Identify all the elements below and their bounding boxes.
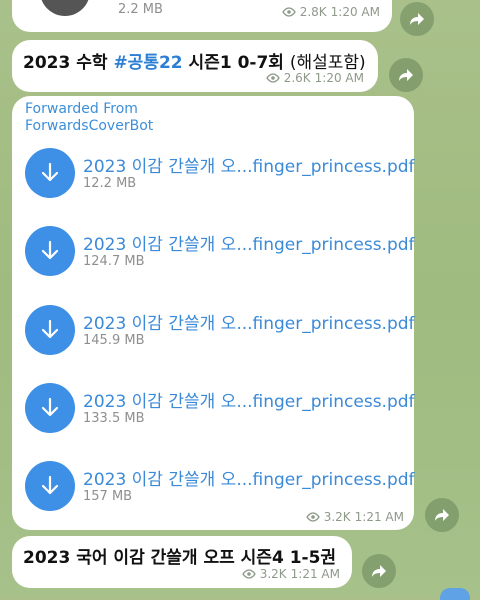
download-arrow-icon bbox=[41, 240, 59, 260]
file-name[interactable]: 2023 이감 간쓸개 오...finger_princess.pdf bbox=[83, 387, 415, 412]
file-name[interactable]: 2023 이감 간쓸개 오...finger_princess.pdf bbox=[83, 465, 415, 490]
share-arrow-icon bbox=[399, 69, 413, 81]
forwarded-source[interactable]: ForwardsCoverBot bbox=[25, 118, 153, 135]
file-item[interactable]: 2023 이감 간쓸개 오...finger_princess.pdf 124.… bbox=[25, 226, 415, 286]
file-item[interactable]: 2023 이감 간쓸개 오...finger_princess.pdf 12.2… bbox=[25, 148, 415, 208]
file-size: 124.7 MB bbox=[83, 254, 145, 269]
share-arrow-icon bbox=[435, 509, 449, 521]
file-size: 12.2 MB bbox=[83, 176, 137, 191]
file-name[interactable]: 2023 이감 간쓸개 오...finger_princess.pdf bbox=[83, 230, 415, 255]
message-title: 2023 국어 이감 간쓸개 오프 시즌4 1-5권 bbox=[23, 548, 337, 568]
file-size: 157 MB bbox=[83, 489, 133, 504]
message-title: 2023 수학 #공통22 시즌1 0-7회 (해설포함) bbox=[23, 48, 366, 73]
scroll-down-button[interactable] bbox=[440, 588, 470, 600]
view-count: 2.8K bbox=[299, 5, 327, 19]
message-bubble-math: 2023 수학 #공통22 시즌1 0-7회 (해설포함) 2.6K 1:20 … bbox=[12, 40, 378, 92]
timestamp: 1:20 AM bbox=[314, 71, 364, 85]
eye-icon bbox=[305, 512, 320, 522]
view-count: 3.2K bbox=[323, 510, 351, 524]
view-count: 3.2K bbox=[259, 567, 287, 581]
timestamp: 1:20 AM bbox=[330, 5, 380, 19]
eye-icon bbox=[241, 569, 256, 579]
download-button[interactable] bbox=[25, 226, 75, 276]
download-button[interactable] bbox=[25, 305, 75, 355]
download-arrow-icon bbox=[41, 475, 59, 495]
download-button[interactable] bbox=[25, 148, 75, 198]
view-count: 2.6K bbox=[283, 71, 311, 85]
message-meta: 2.6K 1:20 AM bbox=[265, 71, 364, 85]
message-meta: 3.2K 1:21 AM bbox=[305, 510, 404, 524]
share-button[interactable] bbox=[389, 58, 423, 92]
download-arrow-icon bbox=[41, 397, 59, 417]
message-bubble-korean: 2023 국어 이감 간쓸개 오프 시즌4 1-5권 3.2K 1:21 AM bbox=[12, 536, 352, 588]
message-bubble-files: Forwarded From ForwardsCoverBot 2023 이감 … bbox=[12, 96, 415, 530]
share-arrow-icon bbox=[410, 13, 424, 25]
title-prefix: 2023 수학 bbox=[23, 53, 114, 73]
forwarded-header[interactable]: Forwarded From ForwardsCoverBot bbox=[25, 101, 153, 135]
file-size: 2.2 MB bbox=[118, 2, 163, 17]
file-name[interactable]: 2023 이감 간쓸개 오...finger_princess.pdf bbox=[83, 152, 415, 177]
file-item[interactable]: 2023 이감 간쓸개 오...finger_princess.pdf 133.… bbox=[25, 383, 415, 443]
file-icon-partial[interactable] bbox=[40, 0, 90, 16]
file-name[interactable]: 2023 이감 간쓸개 오...finger_princess.pdf bbox=[83, 309, 415, 334]
timestamp: 1:21 AM bbox=[354, 510, 404, 524]
download-button[interactable] bbox=[25, 461, 75, 511]
share-button[interactable] bbox=[425, 498, 459, 532]
message-meta: 3.2K 1:21 AM bbox=[241, 567, 340, 581]
file-size: 133.5 MB bbox=[83, 411, 145, 426]
download-button[interactable] bbox=[25, 383, 75, 433]
message-meta: 2.8K 1:20 AM bbox=[281, 5, 380, 19]
eye-icon bbox=[281, 7, 296, 17]
message-bubble-top: 2.2 MB 2.8K 1:20 AM bbox=[12, 0, 392, 32]
title-rest: (해설포함) bbox=[289, 53, 366, 73]
eye-icon bbox=[265, 73, 280, 83]
hashtag-link[interactable]: #공통22 bbox=[113, 53, 182, 73]
share-arrow-icon bbox=[372, 565, 386, 577]
download-arrow-icon bbox=[41, 319, 59, 339]
share-button[interactable] bbox=[400, 2, 434, 36]
title-mid: 시즌1 0-7회 bbox=[182, 53, 290, 73]
download-arrow-icon bbox=[41, 162, 59, 182]
forwarded-from-label: Forwarded From bbox=[25, 101, 138, 117]
file-item[interactable]: 2023 이감 간쓸개 오...finger_princess.pdf 145.… bbox=[25, 305, 415, 365]
timestamp: 1:21 AM bbox=[290, 567, 340, 581]
file-size: 145.9 MB bbox=[83, 333, 145, 348]
share-button[interactable] bbox=[362, 554, 396, 588]
